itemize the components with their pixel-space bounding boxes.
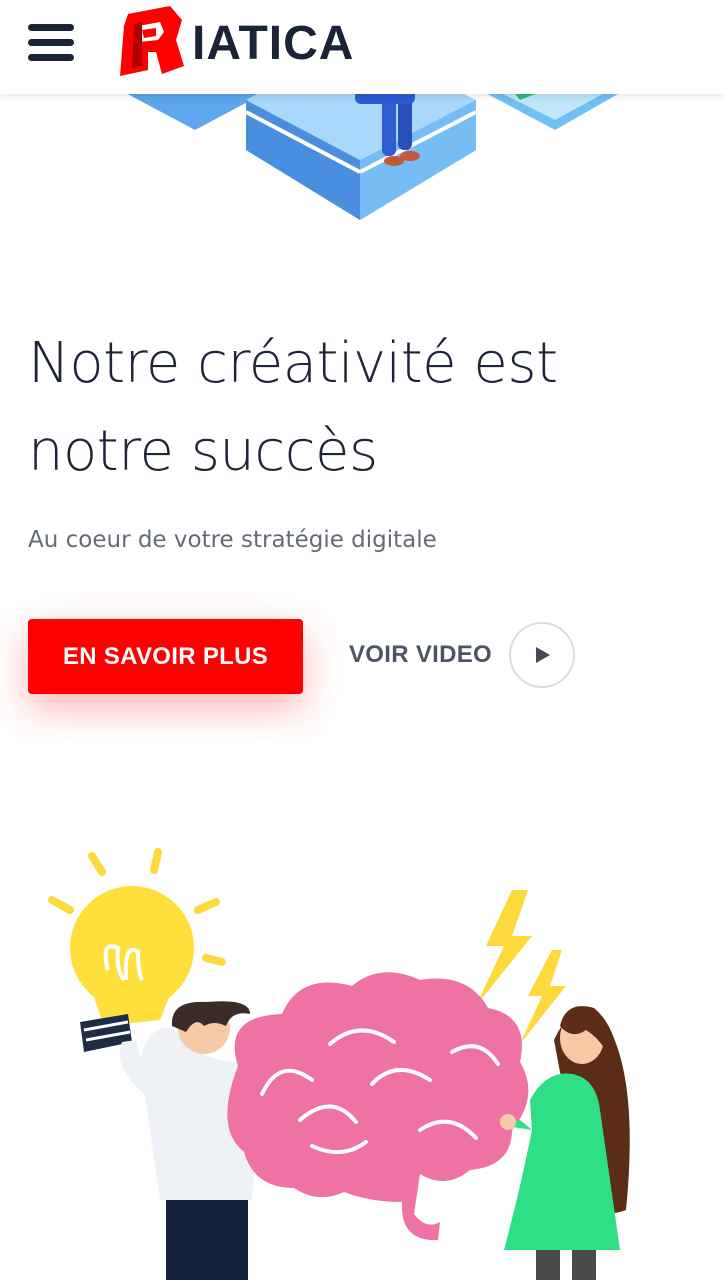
site-logo[interactable]: IATICA (118, 6, 388, 80)
page: IATICA Notre créativité est notre succès… (0, 0, 724, 1280)
en-savoir-plus-button[interactable]: EN SAVOIR PLUS (28, 619, 303, 694)
site-header: IATICA (0, 0, 724, 94)
creativity-illustration (48, 848, 630, 1280)
hamburger-menu-icon[interactable] (28, 24, 74, 62)
voir-video-label: VOIR VIDEO (349, 641, 493, 668)
play-button[interactable] (509, 622, 575, 688)
hero-subtitle: Au coeur de votre stratégie digitale (28, 527, 437, 553)
hero-title: Notre créativité est notre succès (28, 331, 558, 484)
voir-video-link[interactable]: VOIR VIDEO (349, 622, 579, 688)
logo-text: IATICA (192, 17, 355, 70)
logo-mark-icon (120, 6, 184, 76)
play-icon (536, 647, 550, 663)
